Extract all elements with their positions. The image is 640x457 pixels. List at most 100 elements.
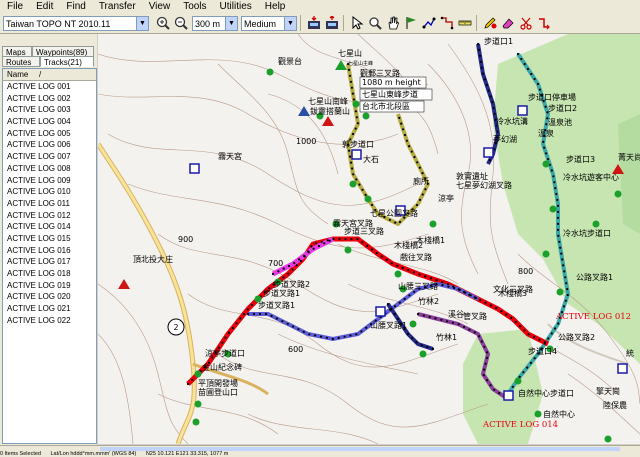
track-vertex [519,325,522,328]
zoom-out-button[interactable] [173,15,189,31]
track-vertex [323,242,326,245]
track-list-item[interactable]: ACTIVE LOG 009 [3,175,96,187]
track-vertex [487,89,490,92]
send-device-icon [326,16,338,29]
waypoint-square [189,163,200,174]
menu-transfer[interactable]: Transfer [92,0,142,13]
track-list-item[interactable]: ACTIVE LOG 015 [3,233,96,245]
status-format: Lat/Lon hddd°mm.mmm' (WGS 84) [50,451,137,457]
waypoint-dot [614,190,622,198]
track-vertex [281,320,284,323]
track-list-item[interactable]: ACTIVE LOG 019 [3,280,96,292]
track-vertex [312,247,315,250]
track-list-item[interactable]: ACTIVE LOG 005 [3,128,96,140]
track-vertex [485,83,488,87]
tab-tracks[interactable]: Tracks(21) [40,56,94,67]
erase-track-button[interactable] [500,15,516,31]
menu-utilities[interactable]: Utilities [213,0,258,13]
waypoint-dot [194,370,202,378]
zoom-scale-select[interactable]: 300 m ▼ [192,15,238,31]
track-label: ACTIVE LOG 012 [555,312,631,322]
track-vertex [282,276,285,279]
track-list-item[interactable]: ACTIVE LOG 010 [3,186,96,198]
select-tool-button[interactable] [349,15,365,31]
track-vertex [510,316,513,319]
track-tool-button[interactable] [439,15,455,31]
track-vertex [421,193,424,196]
map-label: 冷水坑遊客中心 [563,172,619,182]
measure-tool-button[interactable] [457,15,473,31]
map-view[interactable]: 2 1080 m height 七星山東峰步道 台北市北段區 1000 700 … [98,34,640,444]
track-vertex [356,122,359,125]
track-list-item[interactable]: ACTIVE LOG 017 [3,256,96,268]
track-list-item[interactable]: ACTIVE LOG 006 [3,139,96,151]
track-vertex [349,155,352,158]
zoom-tool-button[interactable] [367,15,383,31]
chevron-down-icon: ▼ [136,16,148,30]
map-label: 涼亭 [438,193,454,203]
track-list-item[interactable]: ACTIVE LOG 007 [3,151,96,163]
menu-edit[interactable]: Edit [29,0,59,13]
menu-find[interactable]: Find [59,0,91,13]
summit-icon [322,116,334,126]
track-vertex [560,252,563,255]
track-vertex [250,303,254,307]
track-vertex [526,366,529,369]
track-vertex [483,368,486,371]
join-track-button[interactable] [536,15,552,31]
pan-tool-button[interactable] [385,15,401,31]
track-vertex [385,258,388,261]
track-vertex [446,320,449,323]
track-list-item[interactable]: ACTIVE LOG 018 [3,268,96,280]
track-list-item[interactable]: ACTIVE LOG 003 [3,104,96,116]
track-list-item[interactable]: ACTIVE LOG 012 [3,210,96,222]
insert-track-button[interactable] [482,15,498,31]
track-list-item[interactable]: ACTIVE LOG 020 [3,291,96,303]
waypoint-tool-button[interactable] [403,15,419,31]
product-value: Taiwan TOPO NT 2010.11 [6,18,111,29]
route-number: 2 [173,323,178,332]
map-label: 菁天尚 [618,152,640,162]
track-list-item[interactable]: ACTIVE LOG 014 [3,221,96,233]
waypoint-square [351,149,362,160]
menu-tools[interactable]: Tools [176,0,212,13]
zoom-in-button[interactable] [155,15,171,31]
track-list-item[interactable]: ACTIVE LOG 021 [3,303,96,315]
menu-view[interactable]: View [142,0,177,13]
product-select[interactable]: Taiwan TOPO NT 2010.11 ▼ [3,15,149,31]
column-header-name[interactable]: Name [3,69,35,80]
track-vertex [287,272,290,275]
track-vertex [320,240,323,243]
menu-help[interactable]: Help [258,0,292,13]
toolbar-separator [476,15,477,31]
track-vertex [464,291,467,294]
track-list-item[interactable]: ACTIVE LOG 022 [3,315,96,327]
map-label: 廁所 [413,176,429,186]
waypoint-square [483,147,494,158]
track-vertex [317,244,320,248]
route-badge: 2 [167,318,185,336]
route-tool-button[interactable] [421,15,437,31]
detail-select[interactable]: Medium ▼ [241,15,297,31]
tab-routes[interactable]: Routes [2,56,40,67]
track-vertex [411,337,414,340]
menu-file[interactable]: File [0,0,29,13]
map-canvas[interactable]: 2 1080 m height 七星山東峰步道 台北市北段區 1000 700 … [98,34,640,444]
track-list-item[interactable]: ACTIVE LOG 001 [3,81,96,93]
track-list-item[interactable]: ACTIVE LOG 004 [3,116,96,128]
track-list-item[interactable]: ACTIVE LOG 002 [3,93,96,105]
map-label: 步道口4 [528,346,557,356]
send-to-device-button[interactable] [324,15,340,31]
track-list-item[interactable]: ACTIVE LOG 008 [3,163,96,175]
track-vertex [422,314,425,317]
list-header: Name / [3,69,96,81]
track-vertex [302,254,305,257]
track-list-item[interactable]: ACTIVE LOG 011 [3,198,96,210]
divide-track-button[interactable] [518,15,534,31]
track-vertex [408,145,411,148]
column-header-sort[interactable]: / [35,69,41,80]
map-label: 敦實遺址 [456,171,488,181]
track-list-item[interactable]: ACTIVE LOG 016 [3,245,96,257]
map-label: 霧天宮 [218,151,242,161]
receive-from-device-button[interactable] [306,15,322,31]
